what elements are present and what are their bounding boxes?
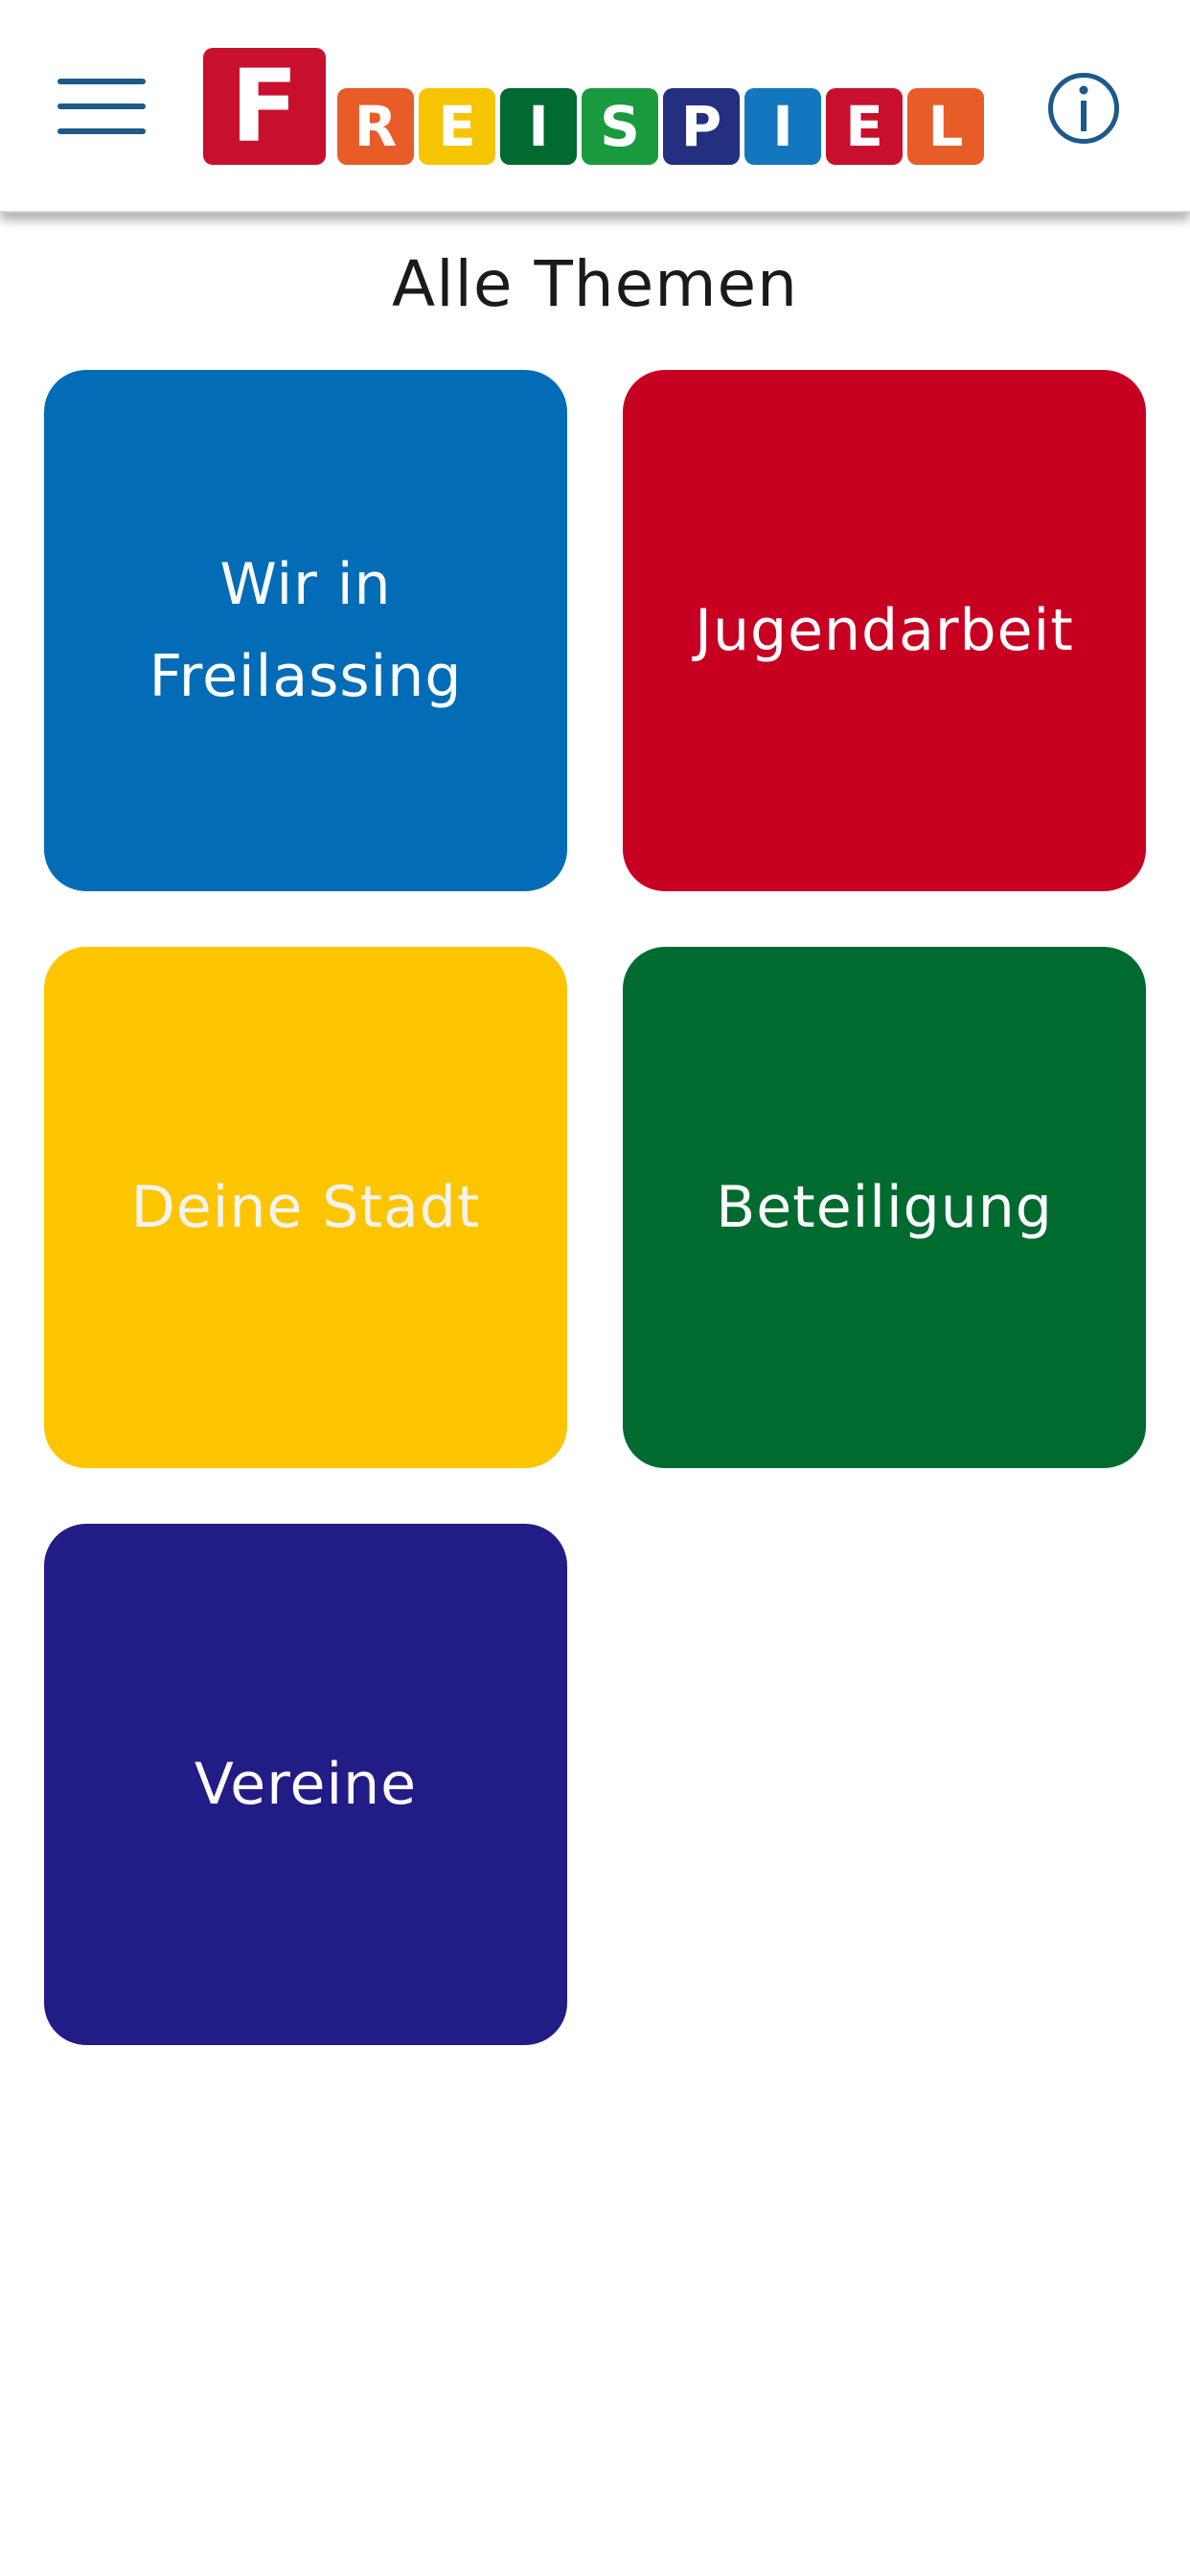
hamburger-icon bbox=[57, 79, 146, 84]
hamburger-icon-line bbox=[57, 128, 146, 134]
logo-letter: R bbox=[337, 88, 414, 165]
topic-label: Vereine bbox=[194, 1751, 418, 1818]
app-root: FREISPIEL Alle Themen Wir in Freilassing… bbox=[0, 0, 1190, 2576]
topic-tile-jugendarbeit[interactable]: Jugendarbeit bbox=[623, 370, 1146, 891]
topic-label: Beteiligung bbox=[716, 1174, 1053, 1241]
logo-letter: L bbox=[907, 88, 984, 165]
logo-letter: E bbox=[419, 88, 495, 165]
topic-label: Deine Stadt bbox=[130, 1174, 481, 1241]
app-header: FREISPIEL bbox=[0, 0, 1190, 213]
logo-letter: I bbox=[744, 88, 821, 165]
page-title: Alle Themen bbox=[392, 247, 798, 321]
hamburger-menu-button[interactable] bbox=[57, 73, 149, 140]
topic-label: Jugendarbeit bbox=[695, 597, 1074, 664]
topic-tile-vereine[interactable]: Vereine bbox=[44, 1524, 567, 2045]
topic-label: Wir in Freilassing bbox=[149, 551, 463, 710]
logo-letter: P bbox=[663, 88, 740, 165]
info-icon bbox=[1079, 85, 1088, 131]
topic-tile-deine-stadt[interactable]: Deine Stadt bbox=[44, 947, 567, 1468]
topic-tile-beteiligung[interactable]: Beteiligung bbox=[623, 947, 1146, 1468]
logo-letter: I bbox=[500, 88, 577, 165]
hamburger-icon-line bbox=[57, 104, 146, 109]
topic-tile-wir-in-freilassing[interactable]: Wir in Freilassing bbox=[44, 370, 567, 891]
freispiel-logo: FREISPIEL bbox=[203, 48, 985, 167]
logo-letter-big: F bbox=[203, 48, 326, 165]
logo-letter: E bbox=[826, 88, 903, 165]
logo-letter: S bbox=[582, 88, 658, 165]
info-button[interactable] bbox=[1048, 73, 1119, 144]
